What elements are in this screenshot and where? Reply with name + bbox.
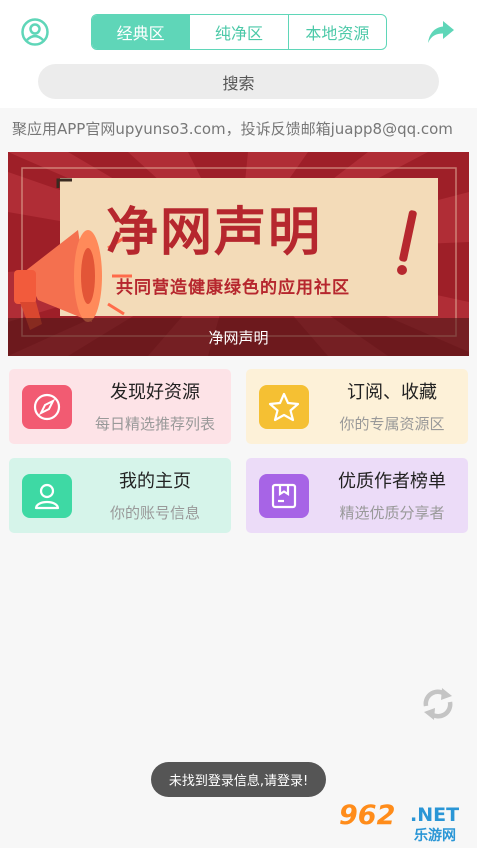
banner-subtitle: 共同营造健康绿色的应用社区 [116,278,350,298]
banner-title: 净网声明 [106,202,323,263]
card-discover[interactable]: 发现好资源 每日精选推荐列表 [9,369,231,444]
watermark-number: 962 [339,800,396,831]
zone-tabs: 经典区 纯净区 本地资源 [91,14,387,50]
star-icon [259,385,309,429]
card-desc: 精选优质分享者 [339,504,445,522]
watermark-site: 乐游网 [414,828,456,844]
box-icon [259,474,309,518]
card-subscribe[interactable]: 订阅、收藏 你的专属资源区 [246,369,468,444]
notice-marquee: 聚应用APP官网upyunso3.com，投诉反馈邮箱juapp8@qq.com [12,120,453,138]
compass-icon [22,385,72,429]
card-title: 订阅、收藏 [347,382,437,403]
card-desc: 你的账号信息 [109,504,200,522]
card-my-home[interactable]: 我的主页 你的账号信息 [9,458,231,533]
tab-pure[interactable]: 纯净区 [189,15,287,49]
user-avatar-icon[interactable] [20,17,50,47]
top-bar: 经典区 纯净区 本地资源 搜索 [0,0,477,108]
card-desc: 每日精选推荐列表 [94,415,215,433]
card-title: 我的主页 [119,471,191,492]
share-icon[interactable] [426,18,456,46]
login-toast: 未找到登录信息,请登录! [151,762,326,797]
search-bar[interactable]: 搜索 [38,64,439,99]
tab-classic[interactable]: 经典区 [92,15,190,49]
card-desc: 你的专属资源区 [339,415,445,433]
tab-local[interactable]: 本地资源 [287,15,386,49]
watermark-net: .NET [410,804,460,826]
card-authors[interactable]: 优质作者榜单 精选优质分享者 [246,458,468,533]
refresh-icon[interactable] [418,686,458,722]
card-title: 发现好资源 [110,382,200,403]
banner-caption: 净网声明 [8,318,469,356]
card-title: 优质作者榜单 [338,471,446,492]
announcement-banner[interactable]: 净网声明 共同营造健康绿色的应用社区 净网声明 [8,152,469,356]
site-watermark-logo: 962 .NET 乐游网 [337,800,473,844]
user-icon [22,474,72,518]
